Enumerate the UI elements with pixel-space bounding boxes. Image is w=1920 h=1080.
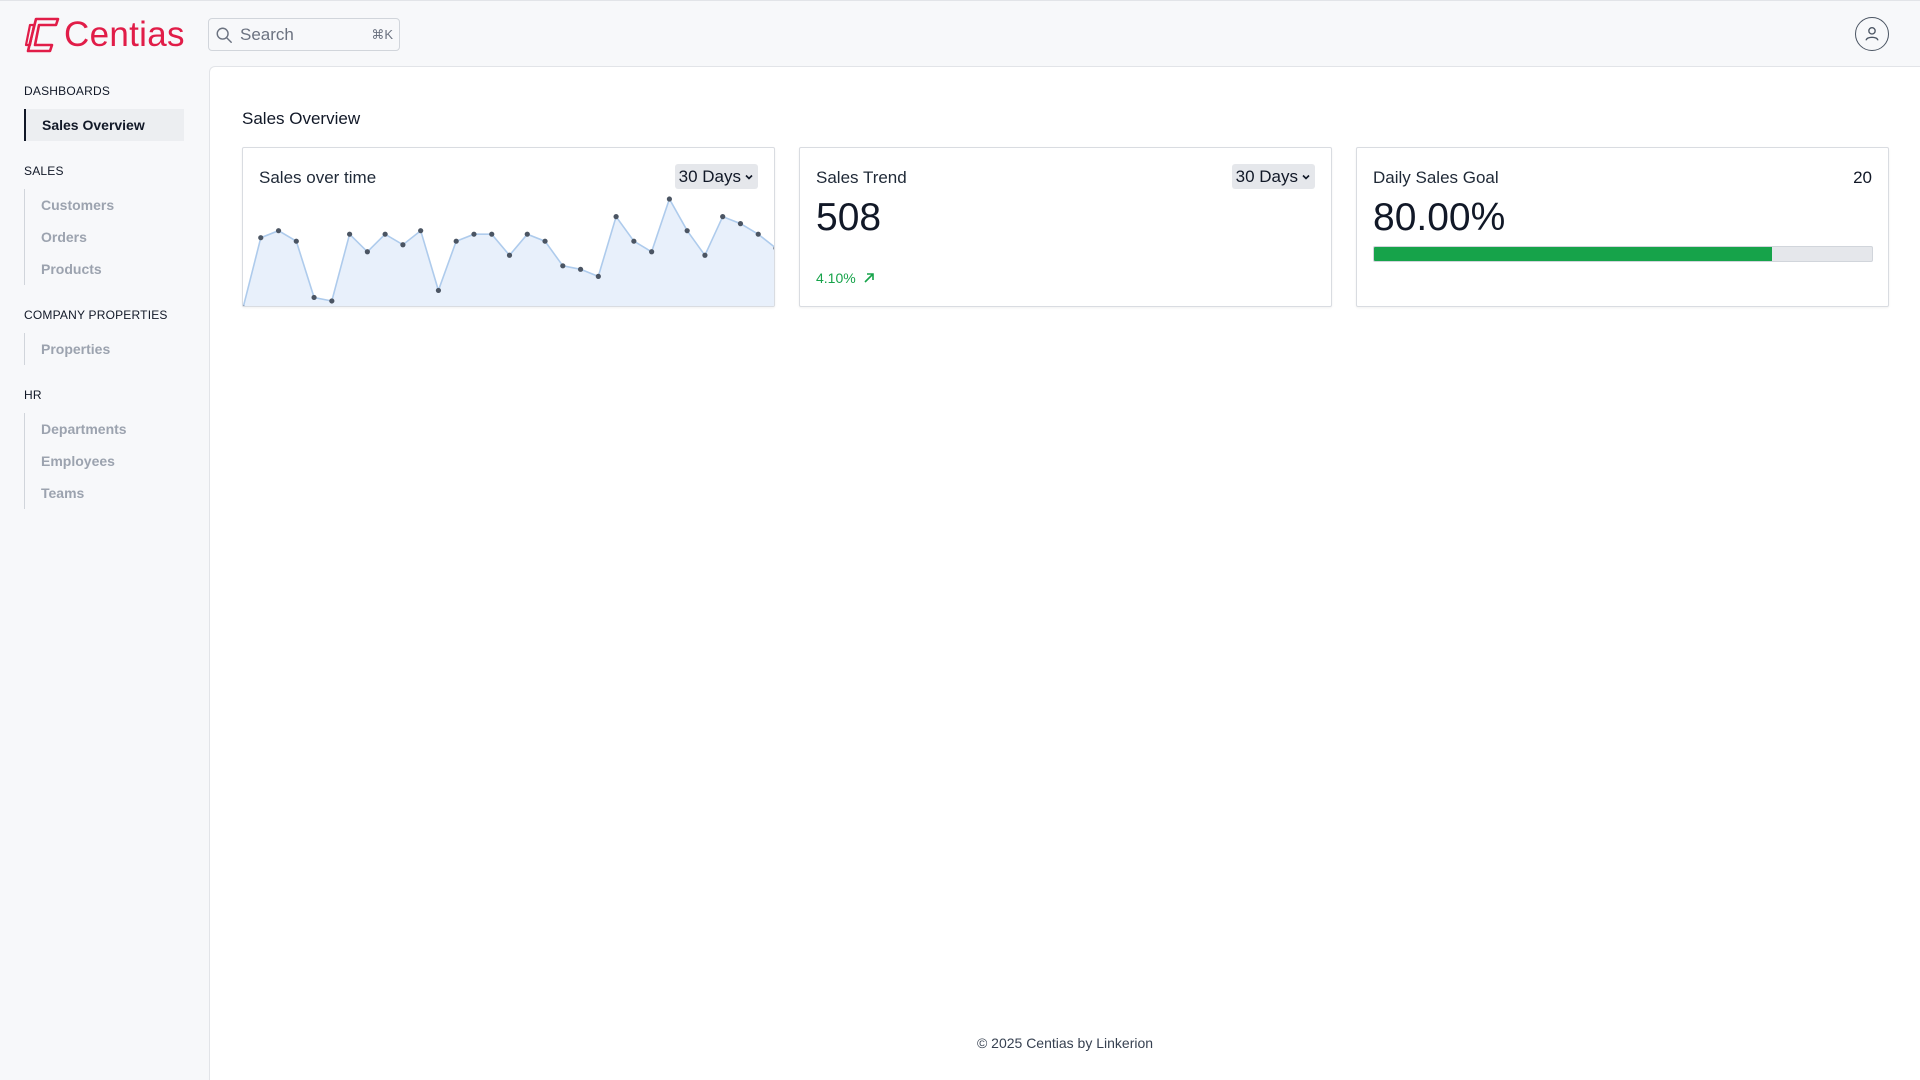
sidebar-group-hr: HR	[24, 388, 42, 402]
sidebar-item-products[interactable]: Products	[25, 253, 185, 285]
sidebar-group-sales: SALES	[24, 164, 64, 178]
search-input[interactable]	[240, 24, 372, 45]
chart-point[interactable]	[400, 242, 406, 248]
chart-point[interactable]	[506, 252, 513, 258]
main-content: Sales Overview Sales over time 30 Days S…	[209, 66, 1920, 1080]
chart-point[interactable]	[684, 228, 690, 234]
user-icon	[1865, 27, 1879, 41]
chart-point[interactable]	[418, 228, 424, 234]
chart-point[interactable]	[311, 294, 317, 301]
sidebar-nav-hr: Departments Employees Teams	[24, 413, 185, 509]
sales-trend-value: 508	[816, 196, 882, 239]
card-title: Daily Sales Goal	[1373, 168, 1499, 187]
sales-over-time-chart	[243, 196, 774, 306]
sidebar-item-teams[interactable]: Teams	[25, 477, 185, 509]
sidebar-item-sales-overview[interactable]: Sales Overview	[24, 109, 184, 141]
chart-point[interactable]	[542, 238, 548, 244]
chart-point[interactable]	[382, 231, 388, 237]
chart-point[interactable]	[720, 214, 726, 220]
goal-progress-bar	[1373, 246, 1873, 262]
chart-point[interactable]	[737, 221, 744, 227]
range-select[interactable]: 30 Days	[674, 164, 758, 189]
sidebar-nav-dashboards: Sales Overview	[24, 109, 184, 141]
sidebar-item-orders[interactable]: Orders	[25, 221, 185, 253]
chart-point[interactable]	[524, 231, 530, 237]
chart-point[interactable]	[560, 263, 566, 269]
range-select[interactable]: 30 Days	[1231, 164, 1315, 189]
chevron-down-icon	[1302, 174, 1310, 180]
chart-point[interactable]	[666, 196, 672, 202]
page-title: Sales Overview	[242, 109, 361, 128]
sidebar-item-employees[interactable]: Employees	[25, 445, 185, 477]
chevron-down-icon	[745, 174, 753, 180]
sidebar-group-dashboards: DASHBOARDS	[24, 84, 111, 98]
search-icon	[216, 27, 232, 43]
chart-point[interactable]	[258, 235, 264, 241]
chart-point[interactable]	[489, 231, 495, 237]
sidebar-item-properties[interactable]: Properties	[25, 333, 185, 365]
chart-point[interactable]	[471, 231, 477, 237]
range-select-value: 30 Days	[678, 166, 741, 186]
chart-point[interactable]	[435, 287, 442, 294]
range-select-value: 30 Days	[1235, 166, 1298, 186]
chart-point[interactable]	[595, 273, 601, 279]
centias-logo-icon	[24, 17, 60, 53]
footer: © 2025 Centias by Linkerion	[976, 1035, 1154, 1051]
goal-target: 20	[1853, 168, 1872, 187]
brand-name: Centias	[64, 15, 185, 54]
goal-progress-fill	[1374, 247, 1773, 261]
chart-point[interactable]	[577, 266, 584, 272]
sidebar-item-customers[interactable]: Customers	[25, 189, 185, 221]
sidebar-group-company-properties: COMPANY PROPERTIES	[24, 308, 168, 322]
goal-percent: 80.00%	[1373, 196, 1506, 239]
search-box[interactable]: ⌘K	[208, 18, 400, 51]
sidebar-nav-sales: Customers Orders Products	[24, 189, 185, 285]
trend-change-value: 4.10%	[816, 270, 856, 286]
chart-point[interactable]	[453, 238, 459, 244]
arrow-up-right-icon	[864, 273, 874, 283]
chart-point[interactable]	[347, 231, 353, 237]
user-menu-button[interactable]	[1855, 17, 1889, 51]
sidebar-nav-company-properties: Properties	[24, 333, 185, 365]
logo[interactable]: Centias	[22, 15, 185, 55]
sidebar-item-departments[interactable]: Departments	[25, 413, 185, 445]
chart-point[interactable]	[329, 298, 335, 304]
chart-point[interactable]	[755, 231, 761, 237]
search-shortcut: ⌘K	[371, 26, 393, 42]
chart-point[interactable]	[613, 214, 619, 220]
trend-change: 4.10%	[816, 270, 876, 286]
sales-trend-card: Sales Trend 30 Days 508 4.10%	[799, 147, 1332, 307]
chart-point[interactable]	[275, 228, 282, 234]
sidebar: DASHBOARDS Sales Overview SALES Customer…	[0, 66, 209, 1080]
chart-point[interactable]	[364, 249, 370, 255]
chart-point[interactable]	[702, 252, 708, 258]
sales-over-time-card: Sales over time 30 Days	[242, 147, 775, 307]
top-bar: Centias ⌘K	[0, 0, 1920, 66]
chart-point[interactable]	[649, 249, 655, 255]
card-title: Sales over time	[259, 168, 377, 187]
chart-point[interactable]	[631, 238, 637, 244]
chart-point[interactable]	[293, 238, 299, 244]
card-title: Sales Trend	[816, 168, 907, 187]
daily-sales-goal-card: Daily Sales Goal 20 80.00%	[1356, 147, 1889, 307]
